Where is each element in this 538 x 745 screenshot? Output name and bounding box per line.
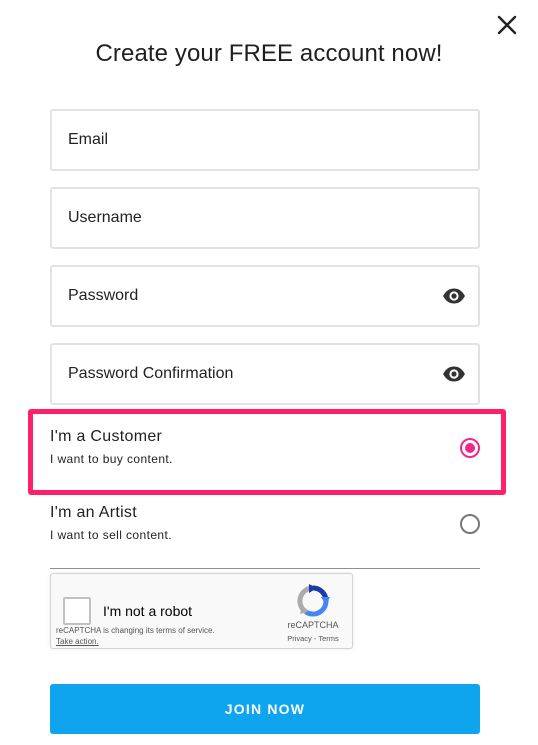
- role-option-subtitle: I want to sell content.: [50, 528, 172, 542]
- recaptcha-privacy-link[interactable]: Privacy: [287, 634, 312, 643]
- role-option-title: I'm an Artist: [50, 504, 137, 521]
- recaptcha-terms-link[interactable]: Terms: [318, 634, 338, 643]
- recaptcha-checkbox[interactable]: [63, 597, 91, 625]
- close-button[interactable]: [496, 14, 518, 36]
- recaptcha-label: I'm not a robot: [103, 603, 193, 619]
- eye-icon[interactable]: [442, 364, 466, 384]
- recaptcha-terms-links: Privacy - Terms: [272, 634, 354, 643]
- recaptcha-notice: reCAPTCHA is changing its terms of servi…: [56, 625, 215, 647]
- modal-title: Create your FREE account now!: [95, 40, 443, 67]
- password-field-container: [50, 265, 480, 327]
- role-option-title: I'm a Customer: [50, 428, 163, 445]
- recaptcha-logo-icon: [297, 584, 330, 617]
- password-confirmation-field-container: [50, 343, 480, 405]
- artist-radio[interactable]: [460, 514, 480, 534]
- password-field[interactable]: [68, 267, 428, 325]
- username-field[interactable]: [68, 189, 428, 247]
- recaptcha-notice-text: reCAPTCHA is changing its terms of servi…: [56, 626, 215, 635]
- username-field-container: [50, 187, 480, 249]
- role-option-artist[interactable]: I'm an Artist I want to sell content.: [50, 494, 480, 569]
- role-option-subtitle: I want to buy content.: [50, 452, 173, 466]
- recaptcha-widget: I'm not a robot reCAPTCHA is changing it…: [50, 573, 353, 649]
- recaptcha-brand: reCAPTCHA: [287, 620, 339, 630]
- role-option-customer[interactable]: I'm a Customer I want to buy content.: [50, 418, 480, 493]
- join-now-button[interactable]: JOIN NOW: [50, 684, 480, 734]
- close-icon: [497, 15, 517, 35]
- recaptcha-take-action-link[interactable]: Take action.: [56, 636, 215, 647]
- eye-icon[interactable]: [442, 286, 466, 306]
- password-confirmation-field[interactable]: [68, 345, 428, 403]
- email-field-container: [50, 109, 480, 171]
- email-field[interactable]: [68, 111, 428, 169]
- customer-radio[interactable]: [460, 438, 480, 458]
